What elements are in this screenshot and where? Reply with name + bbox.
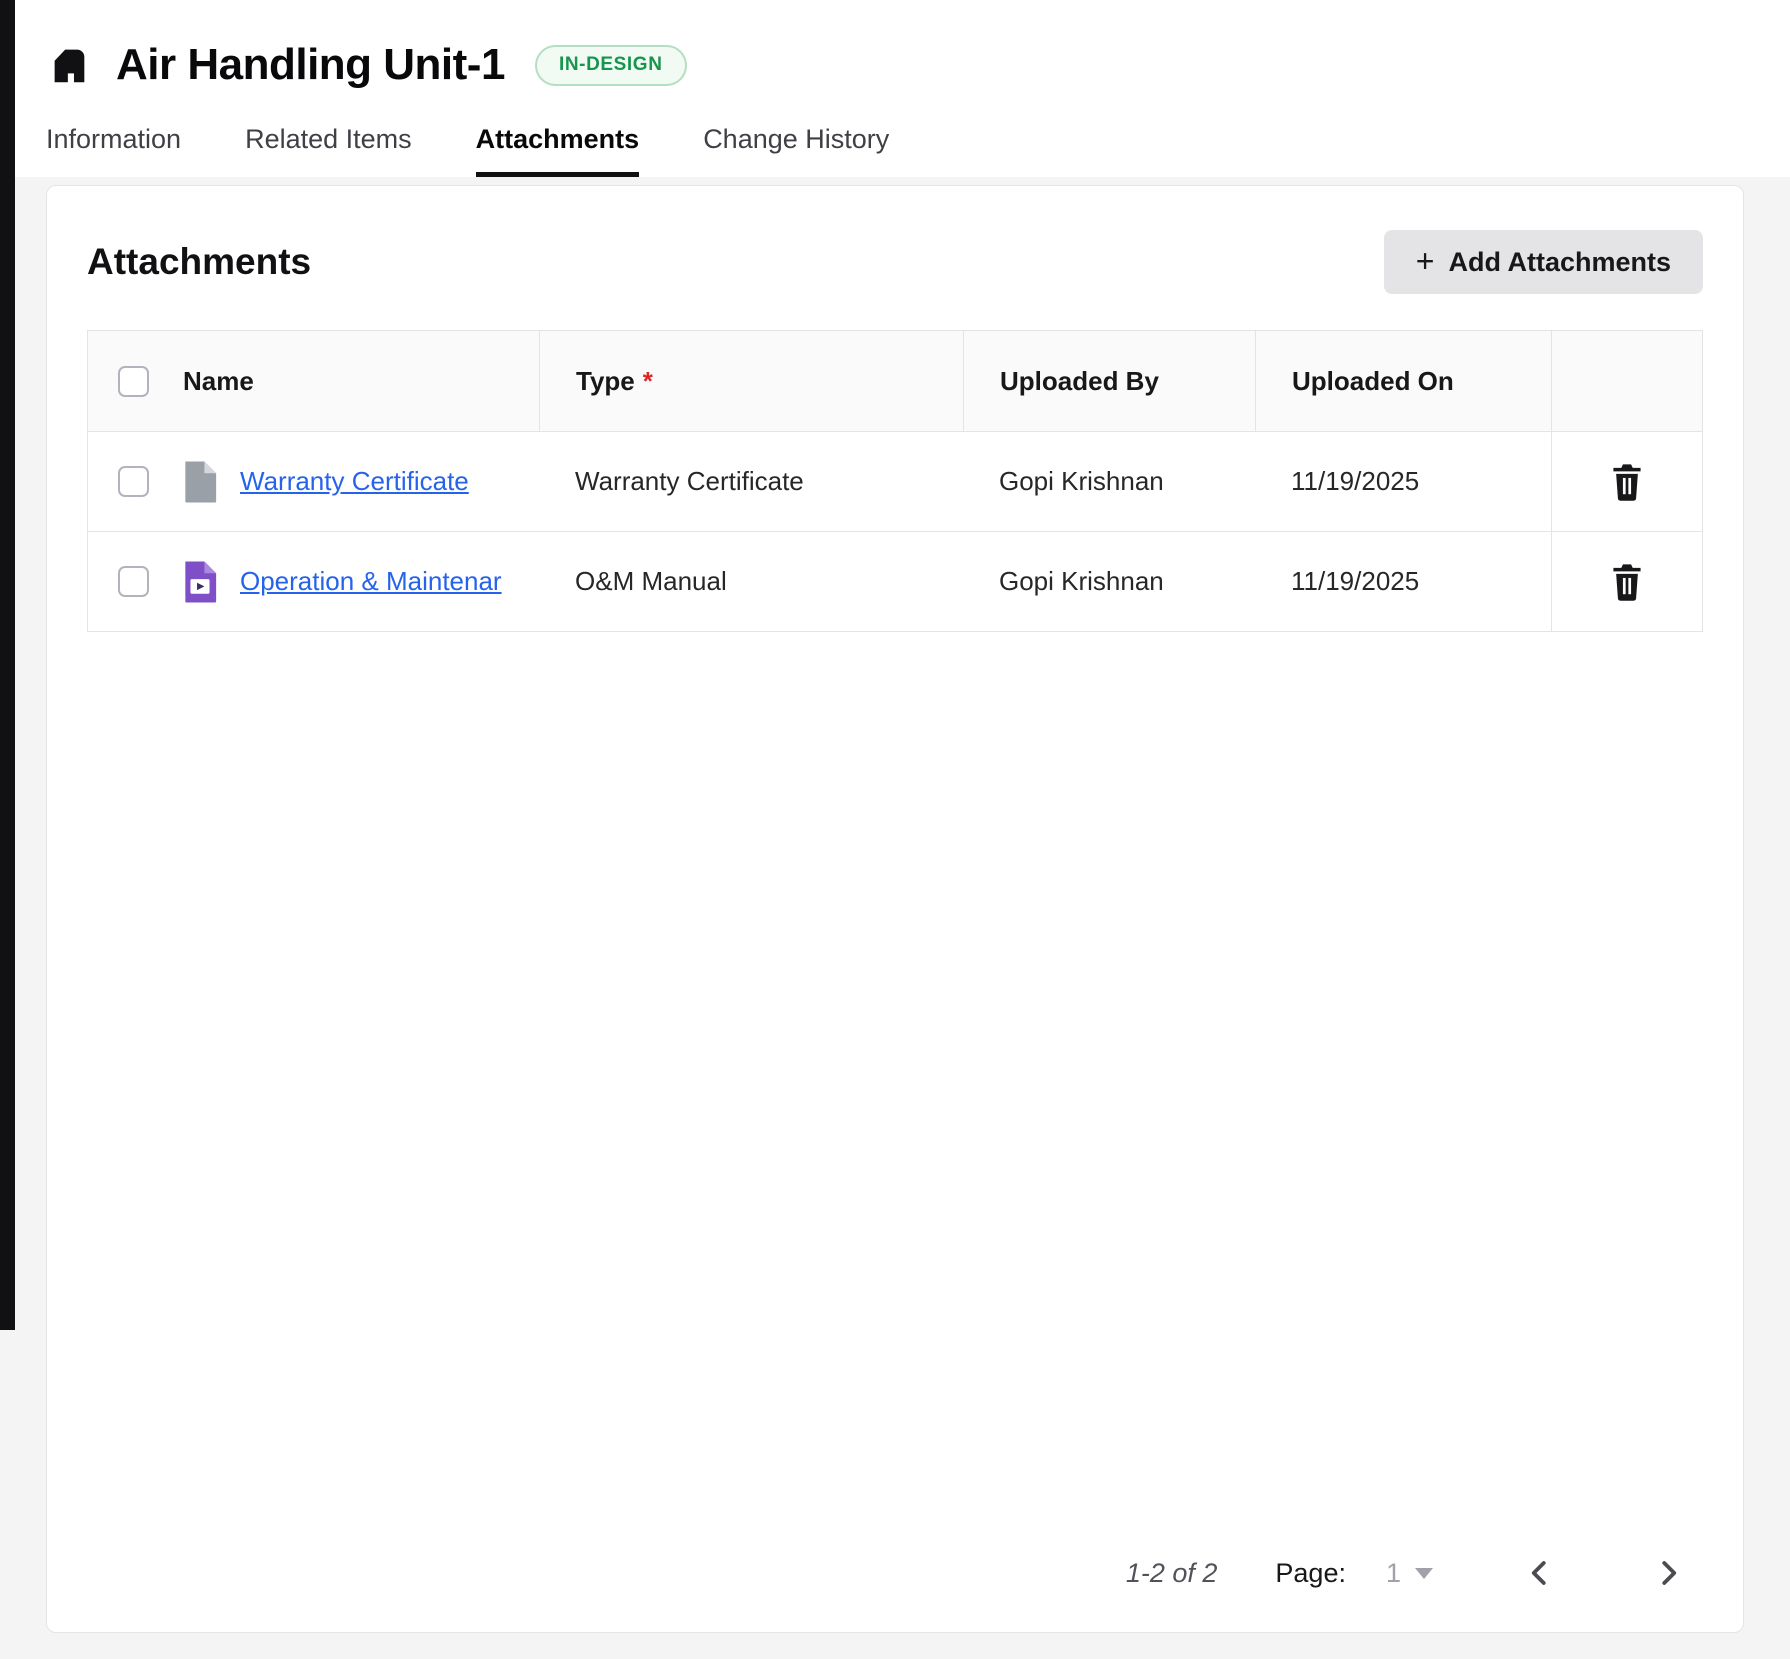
pagination-bar: 1-2 of 2 Page: 1	[87, 1532, 1703, 1594]
tab-related-items[interactable]: Related Items	[245, 124, 412, 177]
attachments-table: Name Type * Uploaded By Uploaded On Warr…	[87, 330, 1703, 632]
header-cell-uploaded-by: Uploaded By	[963, 331, 1255, 431]
required-asterisk: *	[642, 365, 653, 396]
plus-icon: +	[1415, 242, 1435, 279]
column-header-name: Name	[183, 365, 254, 396]
attachment-link[interactable]: Operation & Maintenar	[240, 566, 502, 597]
title-row: Air Handling Unit-1 IN-DESIGN	[46, 40, 1744, 90]
row-actions-cell	[1551, 432, 1702, 531]
card-header: Attachments + Add Attachments	[87, 230, 1703, 294]
chevron-down-icon	[1415, 1567, 1433, 1579]
attachment-name-cell: Warranty Certificate	[182, 432, 539, 531]
uploaded-on-cell: 11/19/2025	[1291, 566, 1420, 596]
tab-information[interactable]: Information	[46, 124, 181, 177]
header-cell-name: Name	[88, 331, 539, 431]
uploaded-on-cell: 11/19/2025	[1291, 466, 1420, 496]
pagination-range: 1-2 of 2	[1125, 1557, 1218, 1588]
row-checkbox-cell	[88, 532, 182, 631]
attachment-link[interactable]: Warranty Certificate	[240, 466, 469, 497]
add-attachments-label: Add Attachments	[1448, 246, 1671, 277]
next-page-button[interactable]	[1647, 1552, 1689, 1594]
column-header-uploaded-on: Uploaded On	[1292, 365, 1454, 396]
column-header-uploaded-by: Uploaded By	[1000, 365, 1159, 396]
slides-file-icon	[182, 560, 218, 604]
header-cell-uploaded-on: Uploaded On	[1255, 331, 1551, 431]
previous-page-button[interactable]	[1519, 1552, 1561, 1594]
document-file-icon	[182, 460, 218, 504]
table-row: Operation & Maintenar O&M Manual Gopi Kr…	[87, 532, 1703, 632]
current-page-value: 1	[1385, 1557, 1401, 1588]
column-header-type: Type	[576, 365, 635, 396]
page-number-select[interactable]: 1	[1386, 1558, 1433, 1589]
table-row: Warranty Certificate Warranty Certificat…	[87, 432, 1703, 532]
attachments-card: Attachments + Add Attachments Name Type …	[46, 185, 1744, 1633]
select-all-checkbox[interactable]	[118, 365, 149, 397]
main-area: Attachments + Add Attachments Name Type …	[0, 177, 1790, 1659]
left-edge-overlay	[0, 0, 15, 1330]
header-cell-type: Type *	[539, 331, 963, 431]
attachment-name-cell: Operation & Maintenar	[182, 532, 539, 631]
page-title: Air Handling Unit-1	[116, 40, 505, 89]
header-cell-actions	[1551, 331, 1702, 431]
status-badge: IN-DESIGN	[534, 44, 687, 86]
row-checkbox[interactable]	[118, 566, 149, 597]
row-checkbox[interactable]	[118, 466, 149, 497]
pagination-page-label: Page:	[1275, 1557, 1346, 1588]
attachment-type-cell: Warranty Certificate	[575, 466, 804, 496]
row-checkbox-cell	[88, 432, 182, 531]
table-header-row: Name Type * Uploaded By Uploaded On	[87, 330, 1703, 432]
asset-building-icon	[46, 42, 92, 88]
delete-attachment-button[interactable]	[1602, 555, 1652, 609]
tab-attachments[interactable]: Attachments	[475, 124, 640, 177]
page-header: Air Handling Unit-1 IN-DESIGN Informatio…	[0, 0, 1790, 177]
tab-bar: Information Related Items Attachments Ch…	[46, 124, 1744, 177]
delete-attachment-button[interactable]	[1602, 455, 1652, 509]
uploaded-by-cell: Gopi Krishnan	[999, 566, 1164, 596]
section-title: Attachments	[87, 241, 312, 282]
add-attachments-button[interactable]: + Add Attachments	[1383, 230, 1703, 294]
uploaded-by-cell: Gopi Krishnan	[999, 466, 1164, 496]
tab-change-history[interactable]: Change History	[703, 124, 889, 177]
attachment-type-cell: O&M Manual	[575, 566, 727, 596]
row-actions-cell	[1551, 532, 1702, 631]
